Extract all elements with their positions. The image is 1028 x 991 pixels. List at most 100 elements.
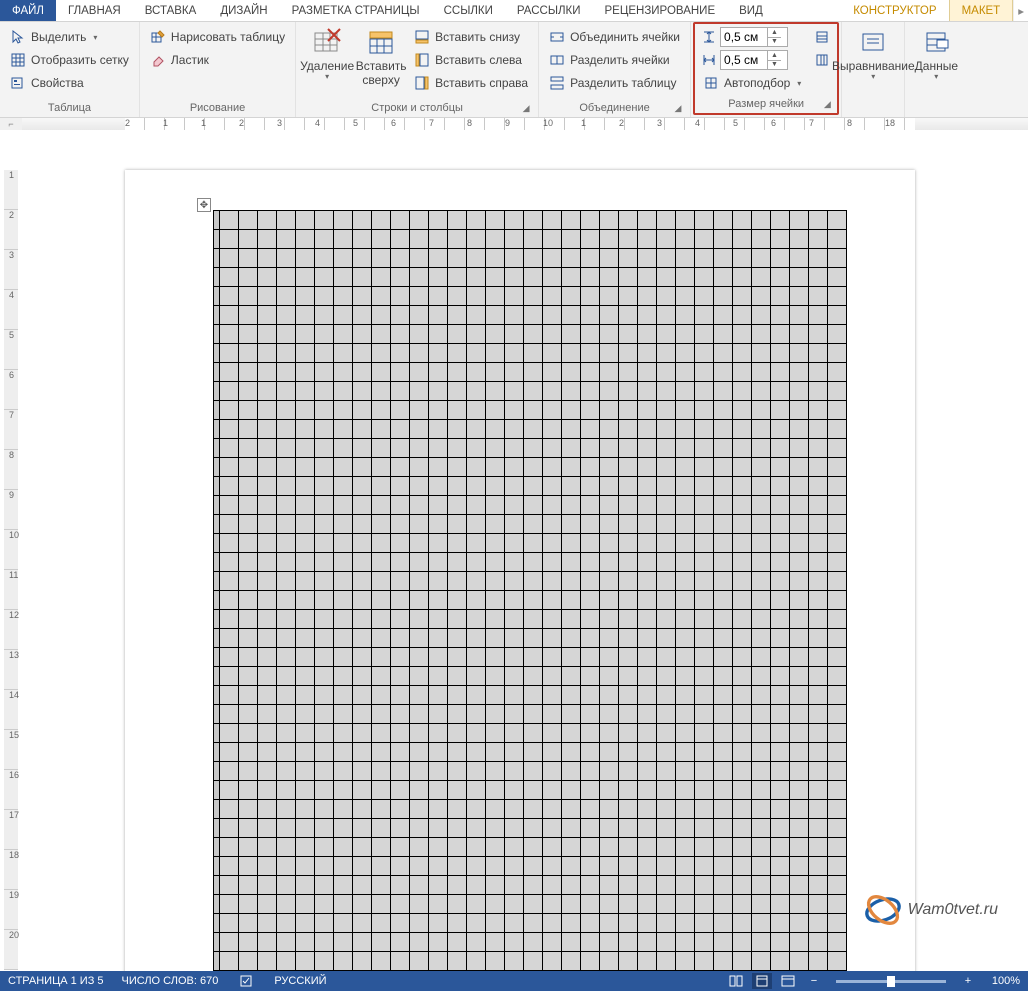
group-alignment-title bbox=[846, 100, 900, 117]
tab-table-layout[interactable]: МАКЕТ bbox=[949, 0, 1014, 21]
group-table: Выделить Отобразить сетку Свойства Табли… bbox=[0, 22, 140, 117]
row-height-icon bbox=[701, 29, 717, 45]
insert-right-label: Вставить справа bbox=[435, 76, 528, 90]
tab-mailings[interactable]: РАССЫЛКИ bbox=[505, 0, 593, 21]
delete-label: Удаление bbox=[300, 60, 354, 74]
group-merge: Объединить ячейки Разделить ячейки Разде… bbox=[539, 22, 691, 117]
data-button[interactable]: Данные bbox=[909, 24, 963, 82]
ruler-vertical[interactable]: 1234567891011121314151617181920 bbox=[0, 130, 22, 971]
tab-table-design[interactable]: КОНСТРУКТОР bbox=[841, 0, 948, 21]
properties-button[interactable]: Свойства bbox=[6, 72, 133, 94]
merge-cells-icon bbox=[549, 29, 565, 45]
zoom-out[interactable]: − bbox=[804, 973, 824, 989]
select-button[interactable]: Выделить bbox=[6, 26, 133, 48]
row-height-control: ▲▼ bbox=[699, 26, 805, 48]
group-alignment: Выравнивание bbox=[842, 22, 905, 117]
insert-right-button[interactable]: Вставить справа bbox=[410, 72, 532, 94]
pencil-table-icon bbox=[150, 29, 166, 45]
delete-table-icon bbox=[311, 26, 343, 58]
view-web-layout[interactable] bbox=[778, 973, 798, 989]
data-label: Данные bbox=[915, 60, 958, 74]
group-rows-cols-title: Строки и столбцы◢ bbox=[300, 100, 534, 117]
ruler-horizontal[interactable]: 21123456789101234567818 bbox=[22, 118, 1028, 130]
autofit-button[interactable]: Автоподбор bbox=[699, 72, 805, 94]
group-merge-title: Объединение◢ bbox=[543, 100, 686, 117]
grid-icon bbox=[10, 52, 26, 68]
cursor-icon bbox=[10, 29, 26, 45]
alignment-icon bbox=[857, 26, 889, 58]
insert-right-icon bbox=[414, 75, 430, 91]
col-width-icon bbox=[701, 52, 717, 68]
ruler-corner[interactable]: ⌐ bbox=[0, 118, 22, 130]
tab-overflow[interactable]: ▸ bbox=[1013, 0, 1028, 21]
status-page[interactable]: СТРАНИЦА 1 ИЗ 5 bbox=[8, 975, 104, 987]
insert-below-icon bbox=[414, 29, 430, 45]
split-cells-icon bbox=[549, 52, 565, 68]
tab-page-layout[interactable]: РАЗМЕТКА СТРАНИЦЫ bbox=[280, 0, 432, 21]
tab-review[interactable]: РЕЦЕНЗИРОВАНИЕ bbox=[593, 0, 728, 21]
workspace: 1234567891011121314151617181920 ✥ Wam0tv… bbox=[0, 130, 1028, 971]
ribbon: Выделить Отобразить сетку Свойства Табли… bbox=[0, 22, 1028, 118]
eraser-button[interactable]: Ластик bbox=[146, 49, 289, 71]
group-draw-title: Рисование bbox=[144, 100, 291, 117]
group-data: Данные bbox=[905, 22, 967, 117]
document-table[interactable] bbox=[213, 210, 847, 971]
tab-design[interactable]: ДИЗАЙН bbox=[208, 0, 279, 21]
view-print-layout[interactable] bbox=[752, 973, 772, 989]
insert-below-button[interactable]: Вставить снизу bbox=[410, 26, 532, 48]
delete-button[interactable]: Удаление bbox=[300, 24, 354, 82]
rows-cols-launcher[interactable]: ◢ bbox=[520, 102, 532, 114]
insert-above-button[interactable]: Вставить сверху bbox=[354, 24, 408, 90]
group-table-title: Таблица bbox=[4, 100, 135, 117]
page: ✥ bbox=[125, 170, 915, 971]
row-height-spinner[interactable]: ▲▼ bbox=[720, 27, 788, 47]
alignment-button[interactable]: Выравнивание bbox=[846, 24, 900, 82]
zoom-in[interactable]: + bbox=[958, 973, 978, 989]
tab-view[interactable]: ВИД bbox=[727, 0, 775, 21]
tab-home[interactable]: ГЛАВНАЯ bbox=[56, 0, 133, 21]
document-scroll[interactable]: ✥ Wam0tvet.ru bbox=[22, 130, 1028, 971]
view-read-mode[interactable] bbox=[726, 973, 746, 989]
tab-file[interactable]: ФАЙЛ bbox=[0, 0, 56, 21]
status-proofing-icon[interactable] bbox=[236, 973, 256, 989]
ribbon-tabs: ФАЙЛ ГЛАВНАЯ ВСТАВКА ДИЗАЙН РАЗМЕТКА СТР… bbox=[0, 0, 1028, 22]
merge-cells-button[interactable]: Объединить ячейки bbox=[545, 26, 684, 48]
zoom-level[interactable]: 100% bbox=[984, 975, 1020, 987]
col-width-up[interactable]: ▲ bbox=[768, 51, 781, 61]
split-table-button[interactable]: Разделить таблицу bbox=[545, 72, 684, 94]
row-height-down[interactable]: ▼ bbox=[768, 38, 781, 47]
merge-cells-label: Объединить ячейки bbox=[570, 30, 680, 44]
group-data-title bbox=[909, 100, 963, 117]
insert-left-icon bbox=[414, 52, 430, 68]
split-cells-button[interactable]: Разделить ячейки bbox=[545, 49, 684, 71]
insert-above-label: Вставить сверху bbox=[356, 60, 407, 88]
col-width-down[interactable]: ▼ bbox=[768, 61, 781, 70]
table-move-handle[interactable]: ✥ bbox=[197, 198, 211, 212]
data-icon bbox=[920, 26, 952, 58]
col-width-input[interactable] bbox=[721, 53, 767, 67]
view-gridlines-button[interactable]: Отобразить сетку bbox=[6, 49, 133, 71]
ruler-horizontal-container: ⌐ 21123456789101234567818 bbox=[0, 118, 1028, 130]
status-words[interactable]: ЧИСЛО СЛОВ: 670 bbox=[122, 975, 219, 987]
distribute-rows-icon bbox=[814, 29, 830, 45]
row-height-input[interactable] bbox=[721, 30, 767, 44]
tab-references[interactable]: ССЫЛКИ bbox=[432, 0, 505, 21]
select-label: Выделить bbox=[31, 30, 86, 44]
autofit-label: Автоподбор bbox=[724, 76, 790, 90]
row-height-up[interactable]: ▲ bbox=[768, 28, 781, 38]
tab-insert[interactable]: ВСТАВКА bbox=[133, 0, 209, 21]
split-cells-label: Разделить ячейки bbox=[570, 53, 670, 67]
draw-table-button[interactable]: Нарисовать таблицу bbox=[146, 26, 289, 48]
merge-launcher[interactable]: ◢ bbox=[672, 102, 684, 114]
zoom-slider[interactable] bbox=[836, 980, 946, 983]
draw-table-label: Нарисовать таблицу bbox=[171, 30, 285, 44]
insert-left-button[interactable]: Вставить слева bbox=[410, 49, 532, 71]
distribute-cols-button[interactable] bbox=[811, 49, 833, 71]
status-language[interactable]: РУССКИЙ bbox=[274, 975, 326, 987]
col-width-spinner[interactable]: ▲▼ bbox=[720, 50, 788, 70]
distribute-rows-button[interactable] bbox=[811, 26, 833, 48]
insert-below-label: Вставить снизу bbox=[435, 30, 520, 44]
watermark-text: Wam0tvet.ru bbox=[908, 901, 998, 919]
split-table-icon bbox=[549, 75, 565, 91]
cell-size-launcher[interactable]: ◢ bbox=[821, 98, 833, 110]
